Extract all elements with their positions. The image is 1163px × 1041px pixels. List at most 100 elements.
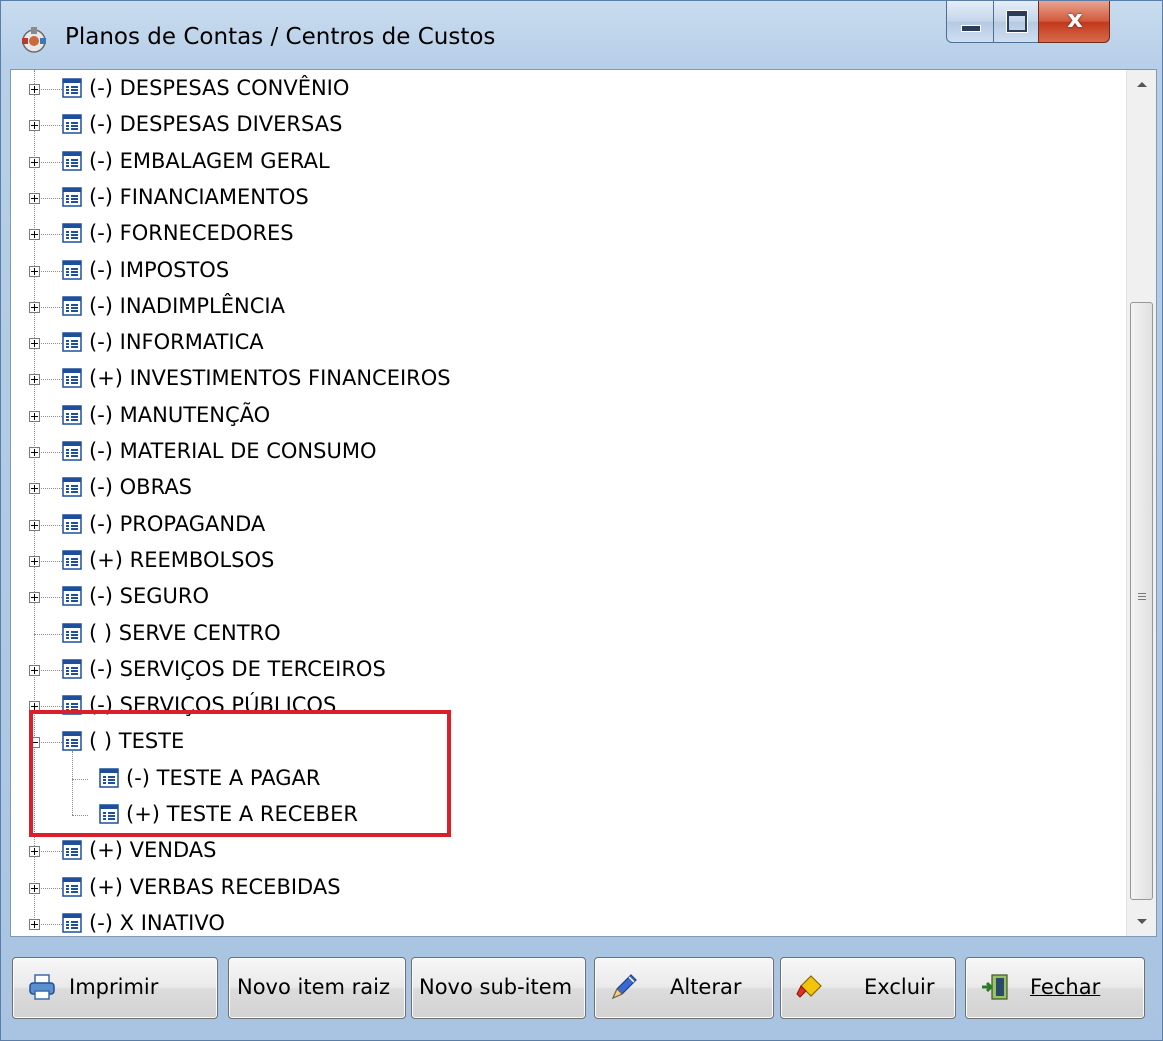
new-root-item-label: Novo item raiz xyxy=(237,975,390,999)
grip-line xyxy=(1138,596,1146,597)
new-sub-item-button[interactable]: Novo sub-item xyxy=(411,957,586,1019)
printer-icon xyxy=(29,974,55,1000)
account-table-icon xyxy=(62,913,82,933)
tree-item[interactable]: (-) MANUTENÇÃO xyxy=(11,399,1126,435)
account-table-icon xyxy=(62,404,82,425)
tree-item[interactable]: (+) TESTE A RECEBER xyxy=(11,798,1126,834)
tree-item-label: (-) INADIMPLÊNCIA xyxy=(89,293,285,318)
expand-plus-icon[interactable] xyxy=(29,483,40,495)
account-table-icon xyxy=(62,659,82,679)
print-button[interactable]: Imprimir xyxy=(12,957,218,1019)
minimize-button[interactable] xyxy=(946,1,994,43)
maximize-button[interactable] xyxy=(993,1,1039,43)
tree-connector xyxy=(72,778,88,780)
tree-item[interactable]: (-) SEGURO xyxy=(11,580,1126,616)
account-table-icon xyxy=(62,731,82,752)
expand-plus-icon[interactable] xyxy=(29,664,40,676)
expand-plus-icon[interactable] xyxy=(29,410,40,422)
expand-plus-icon[interactable] xyxy=(29,447,40,458)
close-window-button[interactable]: x xyxy=(1038,1,1110,43)
pencil-icon xyxy=(611,974,637,1000)
expand-plus-icon[interactable] xyxy=(29,918,40,930)
expand-plus-icon[interactable] xyxy=(29,846,40,858)
tree-item[interactable]: (-) TESTE A PAGAR xyxy=(11,762,1126,798)
tree-item[interactable]: ( ) SERVE CENTRO xyxy=(11,617,1126,653)
new-sub-item-label: Novo sub-item xyxy=(419,975,573,999)
tree-item[interactable]: (+) REEMBOLSOS xyxy=(11,544,1126,580)
account-table-icon xyxy=(62,259,82,280)
tree-item-label: (-) INFORMATICA xyxy=(89,330,264,355)
tree-item[interactable]: (-) X INATIVO xyxy=(11,907,1126,936)
expand-plus-icon[interactable] xyxy=(29,555,40,567)
expand-plus-icon[interactable] xyxy=(29,519,40,531)
accounts-tree-view[interactable]: (-) DESPESAS CONVÊNIO (-) DESPESAS DIVERS… xyxy=(10,69,1157,937)
tree-item-label: (-) SERVIÇOS DE TERCEIROS xyxy=(89,656,386,681)
expand-plus-icon[interactable] xyxy=(29,265,40,277)
tree-item[interactable]: (-) SERVIÇOS PÚBLICOS xyxy=(11,689,1126,725)
tree-item-label: (+) INVESTIMENTOS FINANCEIROS xyxy=(89,366,451,391)
tree-item[interactable]: (-) FINANCIAMENTOS xyxy=(11,181,1126,217)
expand-plus-icon[interactable] xyxy=(29,592,40,604)
tree-item-label: (-) SERVIÇOS PÚBLICOS xyxy=(89,693,337,718)
tree-item[interactable]: (+) INVESTIMENTOS FINANCEIROS xyxy=(11,362,1126,398)
tree-item[interactable]: ( ) TESTE xyxy=(11,725,1126,761)
expand-plus-icon[interactable] xyxy=(29,301,40,313)
app-window: Planos de Contas / Centros de Custos x (… xyxy=(0,0,1163,1041)
collapse-minus-icon[interactable] xyxy=(29,737,40,749)
delete-button[interactable]: Excluir xyxy=(780,957,956,1019)
tree-item[interactable]: (-) OBRAS xyxy=(11,471,1126,507)
new-root-item-button[interactable]: Novo item raiz xyxy=(228,957,406,1019)
expand-plus-icon[interactable] xyxy=(29,701,40,713)
tree-item-label: (-) DESPESAS CONVÊNIO xyxy=(89,76,350,100)
tree-item[interactable]: (-) SERVIÇOS DE TERCEIROS xyxy=(11,653,1126,689)
tree-item-label: ( ) TESTE xyxy=(89,729,185,754)
account-table-icon xyxy=(62,477,82,498)
exit-door-icon xyxy=(982,974,1008,1000)
delete-button-label: Excluir xyxy=(864,975,935,999)
vertical-scrollbar[interactable] xyxy=(1126,70,1156,936)
tree-item[interactable]: (-) MATERIAL DE CONSUMO xyxy=(11,435,1126,471)
tree-item[interactable]: (+) VENDAS xyxy=(11,834,1126,870)
tree-item[interactable]: (-) EMBALAGEM GERAL xyxy=(11,145,1126,181)
tree-item[interactable]: (-) DESPESAS CONVÊNIO xyxy=(11,72,1126,108)
grip-line xyxy=(1138,599,1146,600)
account-table-icon xyxy=(62,150,82,171)
close-button-label: Fechar xyxy=(1030,975,1101,999)
tree-item-label: (-) EMBALAGEM GERAL xyxy=(89,148,330,173)
tree-item[interactable]: (-) INADIMPLÊNCIA xyxy=(11,290,1126,326)
close-icon: x xyxy=(1067,5,1083,33)
close-button[interactable]: Fechar xyxy=(965,957,1145,1019)
tree-item[interactable]: (-) DESPESAS DIVERSAS xyxy=(11,108,1126,144)
expand-plus-icon[interactable] xyxy=(29,120,40,132)
expand-plus-icon[interactable] xyxy=(29,338,40,350)
expand-plus-icon[interactable] xyxy=(29,156,40,168)
tree-item[interactable]: (-) FORNECEDORES xyxy=(11,217,1126,253)
account-table-icon xyxy=(62,622,82,643)
expand-plus-icon[interactable] xyxy=(29,882,40,894)
tree-item[interactable]: (-) INFORMATICA xyxy=(11,326,1126,362)
expand-plus-icon[interactable] xyxy=(29,84,40,95)
scroll-up-button[interactable] xyxy=(1127,70,1156,100)
scroll-down-button[interactable] xyxy=(1127,906,1156,936)
tree-item-label: (-) PROPAGANDA xyxy=(89,511,266,536)
grip-line xyxy=(1138,593,1146,594)
title-bar[interactable]: Planos de Contas / Centros de Custos x xyxy=(1,1,1162,69)
edit-button[interactable]: Alterar xyxy=(594,957,774,1019)
account-table-icon xyxy=(62,114,82,135)
tree-item-label: (+) TESTE A RECEBER xyxy=(126,802,358,826)
window-title: Planos de Contas / Centros de Custos xyxy=(65,24,496,50)
action-button-bar: Imprimir Novo item raiz Novo sub-item Al… xyxy=(10,945,1157,1035)
tree-item-label: (-) FINANCIAMENTOS xyxy=(89,184,309,209)
account-table-icon xyxy=(62,223,82,243)
expand-plus-icon[interactable] xyxy=(29,374,40,386)
expand-plus-icon[interactable] xyxy=(29,229,40,241)
tree-item[interactable]: (-) IMPOSTOS xyxy=(11,254,1126,290)
tree-item-label: (-) DESPESAS DIVERSAS xyxy=(89,112,343,137)
tree-item-label: (-) TESTE A PAGAR xyxy=(126,765,321,790)
tree-item[interactable]: (-) PROPAGANDA xyxy=(11,508,1126,544)
tree-rows: (-) DESPESAS CONVÊNIO (-) DESPESAS DIVERS… xyxy=(11,70,1126,936)
tree-item[interactable]: (+) VERBAS RECEBIDAS xyxy=(11,871,1126,907)
scroll-thumb[interactable] xyxy=(1130,302,1153,900)
account-table-icon xyxy=(62,550,82,570)
expand-plus-icon[interactable] xyxy=(29,192,40,204)
